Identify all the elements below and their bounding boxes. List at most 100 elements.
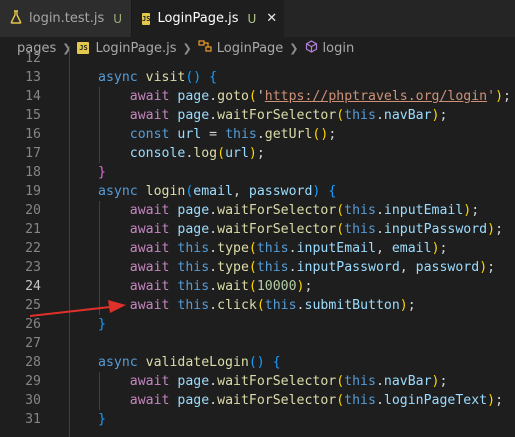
code-token: visit [145, 70, 186, 85]
code-line[interactable]: 21 await page.waitForSelector(this.input… [0, 220, 515, 239]
tab-label: login.test.js [29, 11, 105, 26]
code-token: this [344, 374, 376, 389]
code-token: ' [256, 89, 265, 104]
code-token: async [98, 184, 146, 199]
code-token: () [312, 127, 329, 142]
code-token: . [209, 298, 218, 313]
line-number: 18 [25, 165, 41, 180]
code-token: . [209, 374, 218, 389]
code-token: ) [495, 89, 504, 104]
code-token: { [209, 70, 218, 85]
code-editor[interactable]: 11}1213async visit() {14 await page.goto… [0, 46, 515, 437]
code-token: ; [487, 260, 496, 275]
code-line[interactable]: 13 async visit() { [0, 68, 515, 87]
code-line[interactable]: 22 await this.type(this.inputEmail, emai… [0, 239, 515, 258]
code-line[interactable]: 25 await this.click(this.submitButton); [0, 296, 515, 315]
code-line[interactable]: 30 await page.waitForSelector(this.login… [0, 391, 515, 410]
code-token: ) [479, 260, 488, 275]
code-token: waitForSelector [217, 393, 337, 408]
code-token: this [177, 241, 210, 256]
code-token: page [177, 89, 210, 104]
code-line[interactable]: 27 [0, 334, 515, 353]
code-token: . [209, 89, 218, 104]
code-line[interactable]: 20 await page.waitForSelector(this.input… [0, 201, 515, 220]
code-token: , [233, 184, 249, 199]
tab-bar: login.test.js U JS LoginPage.js U ✕ [0, 0, 515, 37]
code-text: async validateLogin() { [98, 353, 281, 372]
code-token: () [248, 355, 273, 370]
code-token: ; [439, 108, 448, 123]
code-text: } [98, 315, 106, 334]
code-text: await page.waitForSelector(this.inputEma… [98, 201, 479, 220]
code-token: waitForSelector [217, 222, 337, 237]
tab-login-test[interactable]: login.test.js U [0, 0, 132, 37]
code-line[interactable]: 26} [0, 315, 515, 334]
code-token: ) [399, 298, 408, 313]
line-number: 29 [25, 374, 41, 389]
line-number: 26 [25, 317, 41, 332]
indent-guide [99, 372, 100, 410]
js-file-icon: JS [142, 12, 151, 25]
code-token: await [129, 298, 178, 313]
code-token: validateLogin [145, 355, 249, 370]
code-token: 10000 [256, 279, 297, 294]
code-token: ; [407, 298, 416, 313]
code-line[interactable]: 14 await page.goto('https://phptravels.o… [0, 87, 515, 106]
code-token: . [288, 260, 297, 275]
code-token: ( [248, 241, 257, 256]
code-token: async [98, 355, 146, 370]
code-token: ( [256, 298, 265, 313]
code-token: await [129, 279, 178, 294]
code-token: inputEmail [296, 241, 376, 256]
indent-guide [99, 87, 100, 163]
code-token: } [98, 165, 106, 180]
line-number: 12 [25, 51, 41, 66]
code-line[interactable]: 28 async validateLogin() { [0, 353, 515, 372]
code-token: await [129, 241, 178, 256]
code-token: ; [439, 374, 448, 389]
code-text: await this.type(this.inputEmail, email); [98, 239, 448, 258]
code-token: . [288, 241, 297, 256]
code-token: navBar [383, 374, 432, 389]
code-line[interactable]: 15 await page.waitForSelector(this.navBa… [0, 106, 515, 125]
code-token: . [375, 222, 384, 237]
code-token: . [209, 279, 218, 294]
code-token: log [193, 146, 218, 161]
code-token: inputPassword [383, 222, 488, 237]
code-token: page [177, 203, 210, 218]
line-number: 14 [25, 89, 41, 104]
code-line[interactable]: 23 await this.type(this.inputPassword, p… [0, 258, 515, 277]
code-line[interactable]: 31} [0, 410, 515, 429]
code-token: ( [248, 279, 257, 294]
code-text: await page.waitForSelector(this.inputPas… [98, 220, 503, 239]
code-text: } [98, 410, 106, 429]
code-token: password [415, 260, 480, 275]
untracked-badge: U [113, 11, 123, 26]
code-token: inputEmail [383, 203, 464, 218]
code-token: . [209, 241, 218, 256]
code-line[interactable]: 18} [0, 163, 515, 182]
code-line[interactable]: 17 console.log(url); [0, 144, 515, 163]
line-number: 28 [25, 355, 41, 370]
code-line[interactable]: 29 await page.waitForSelector(this.navBa… [0, 372, 515, 391]
code-token: this [264, 298, 297, 313]
code-line[interactable]: 19 async login(email, password) { [0, 182, 515, 201]
code-line[interactable]: 12 [0, 49, 515, 68]
code-token: getUrl [264, 127, 313, 142]
line-number: 22 [25, 241, 41, 256]
line-number: 16 [25, 127, 41, 142]
indent-guide [69, 46, 70, 437]
code-text: await this.click(this.submitButton); [98, 296, 416, 315]
code-token: goto [217, 89, 249, 104]
code-token: ) [487, 393, 496, 408]
line-number: 27 [25, 336, 41, 351]
code-token: this [177, 298, 210, 313]
close-icon[interactable]: ✕ [266, 11, 277, 26]
code-token: page [177, 108, 210, 123]
code-line[interactable]: 16 const url = this.getUrl(); [0, 125, 515, 144]
tab-login-page[interactable]: JS LoginPage.js U ✕ [132, 0, 284, 37]
code-line[interactable]: 24 await this.wait(10000); [0, 277, 515, 296]
